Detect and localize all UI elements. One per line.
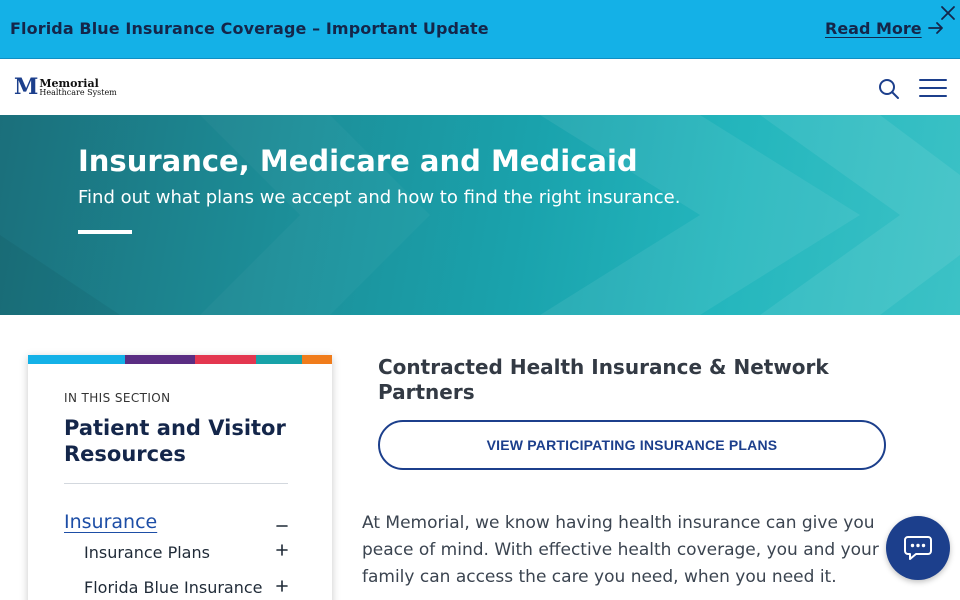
logo-line-1: Memorial: [39, 76, 99, 90]
logo-mark: M: [14, 74, 38, 100]
section-heading: Contracted Health Insurance & Network Pa…: [378, 355, 829, 404]
page-subtitle: Find out what plans we accept and how to…: [78, 187, 681, 208]
logo-line-2: Healthcare System: [39, 87, 117, 97]
title-underline: [78, 230, 132, 234]
view-insurance-plans-button[interactable]: VIEW PARTICIPATING INSURANCE PLANS: [378, 420, 886, 470]
nav-item-insurance[interactable]: Insurance: [64, 511, 157, 533]
chat-icon: [904, 536, 932, 560]
section-title: Patient and Visitor Resources: [64, 416, 286, 466]
nav-item-florida-blue[interactable]: Florida Blue Insurance: [84, 578, 263, 597]
read-more-link[interactable]: Read More: [825, 19, 922, 38]
site-header: M Memorial Healthcare System: [0, 58, 960, 115]
stripe-segment-orange: [302, 355, 332, 364]
section-nav-card: IN THIS SECTION Patient and Visitor Reso…: [28, 355, 332, 600]
nav-item-insurance-plans[interactable]: Insurance Plans: [84, 543, 210, 562]
stripe-segment-cyan: [28, 355, 125, 364]
alert-banner: Florida Blue Insurance Coverage – Import…: [0, 0, 960, 58]
chat-button[interactable]: [886, 516, 950, 580]
stripe-segment-purple: [125, 355, 195, 364]
page-title: Insurance, Medicare and Medicaid: [78, 144, 638, 178]
memorial-logo[interactable]: M Memorial Healthcare System: [14, 76, 117, 98]
hero-banner: Insurance, Medicare and Medicaid Find ou…: [0, 115, 960, 315]
plus-icon[interactable]: [275, 579, 289, 593]
stripe-segment-teal: [256, 355, 302, 364]
color-stripe: [28, 355, 332, 364]
close-icon[interactable]: [940, 5, 956, 21]
stripe-segment-red: [195, 355, 256, 364]
logo-wordmark: Memorial Healthcare System: [39, 78, 116, 97]
arrow-right-icon[interactable]: [928, 20, 944, 36]
search-icon[interactable]: [878, 78, 900, 100]
alert-message: Florida Blue Insurance Coverage – Import…: [10, 19, 489, 38]
minus-icon[interactable]: [275, 519, 289, 533]
intro-paragraph: At Memorial, we know having health insur…: [362, 513, 879, 587]
section-eyebrow: IN THIS SECTION: [64, 391, 171, 405]
plus-icon[interactable]: [275, 543, 289, 557]
hamburger-menu-icon[interactable]: [919, 78, 947, 98]
section-divider: [64, 483, 288, 484]
